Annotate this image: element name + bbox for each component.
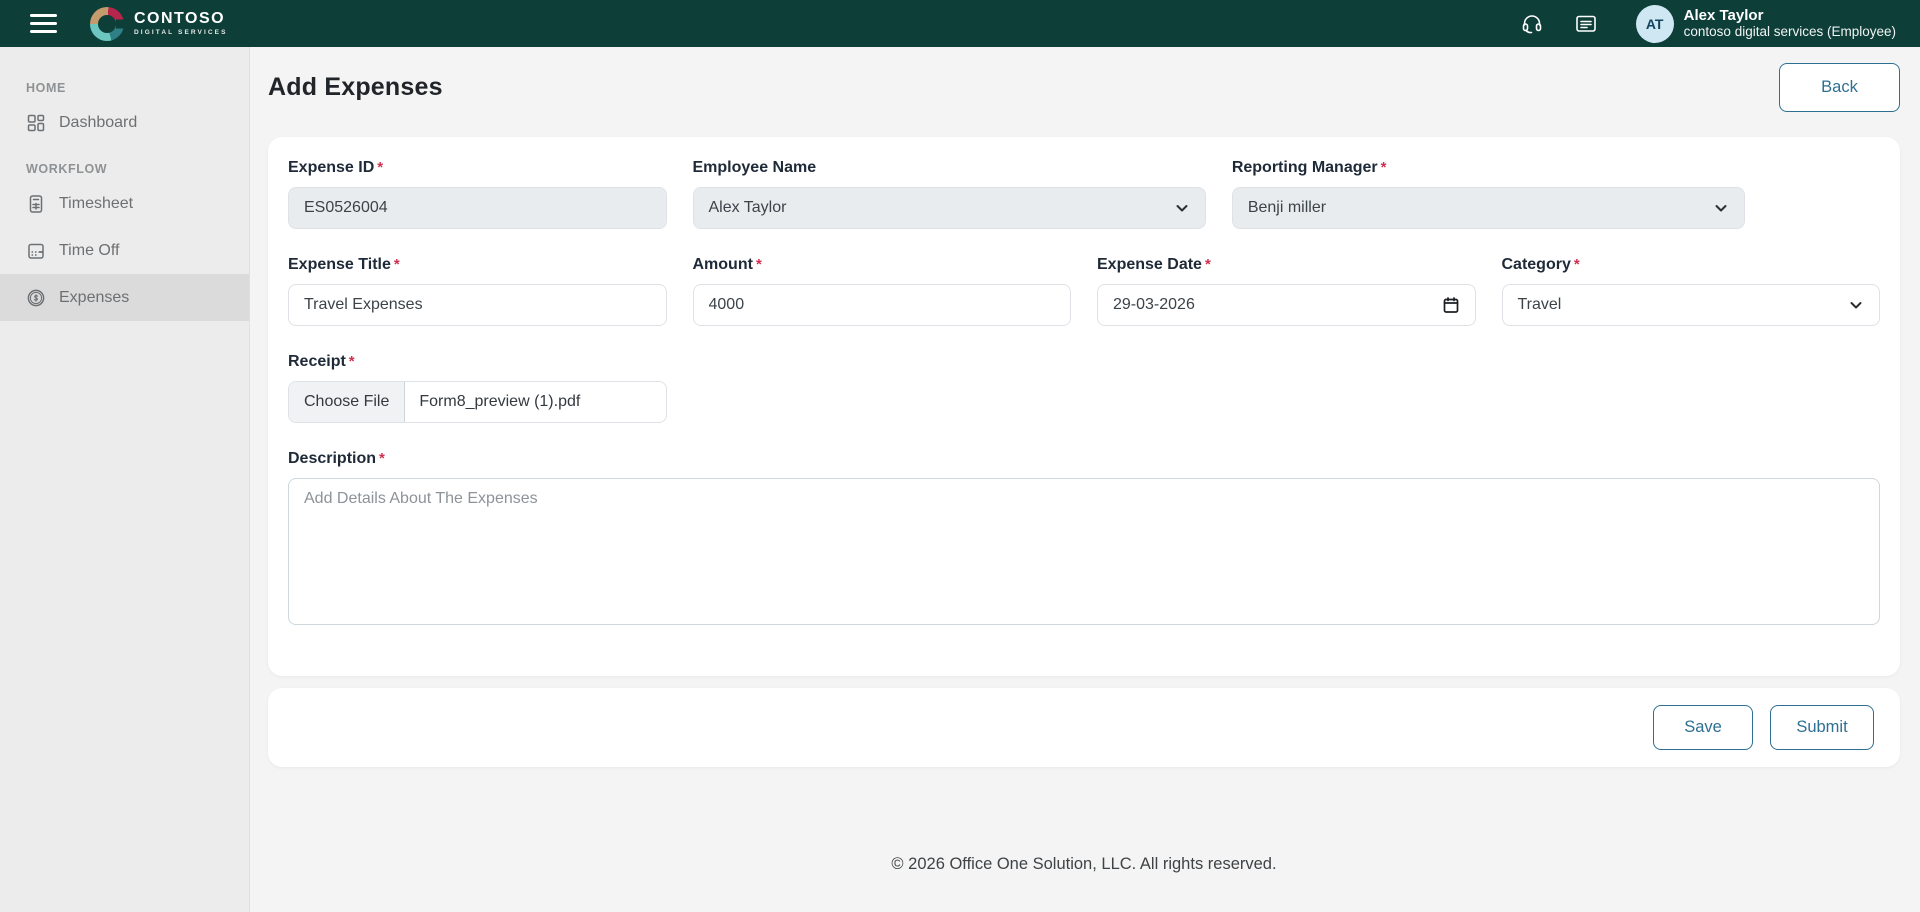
brand-name: CONTOSO [134,11,228,27]
required-asterisk: * [1205,256,1211,273]
save-button[interactable]: Save [1653,705,1753,750]
user-profile-menu[interactable]: AT Alex Taylor contoso digital services … [1636,5,1896,43]
required-asterisk: * [1574,256,1580,273]
sidebar-section-home: HOME [0,81,249,99]
reporting-manager-value: Benji miller [1248,199,1326,217]
category-field-group: Category* Travel [1502,256,1881,326]
page-title: Add Expenses [268,73,443,102]
sidebar-item-expenses[interactable]: Expenses [0,274,249,321]
sidebar-item-timesheet[interactable]: Timesheet [0,180,249,227]
brand-tagline: DIGITAL SERVICES [134,30,228,37]
required-asterisk: * [394,256,400,273]
top-bar: CONTOSO DIGITAL SERVICES [0,0,1920,47]
chevron-down-icon [1848,297,1864,313]
expense-id-field-group: Expense ID* [288,159,667,229]
amount-label: Amount* [693,256,1072,274]
expense-date-field-group: Expense Date* 29-03-2026 [1097,256,1476,326]
add-expense-form: Expense ID* Employee Name Alex Taylor Re… [268,137,1900,676]
reporting-manager-select[interactable]: Benji miller [1232,187,1745,229]
sidebar-nav: HOME Dashboard WORKFLOW [0,47,250,912]
employee-name-label: Employee Name [693,159,1206,177]
choose-file-button[interactable]: Choose File [289,382,405,422]
required-asterisk: * [379,450,385,467]
announcements-button[interactable] [1572,10,1600,38]
receipt-file-name: Form8_preview (1).pdf [405,382,594,422]
expense-id-input[interactable] [288,187,667,229]
sidebar-item-label: Time Off [59,242,119,260]
sidebar-item-label: Dashboard [59,114,137,132]
required-asterisk: * [349,353,355,370]
category-value: Travel [1518,296,1562,314]
employee-name-select[interactable]: Alex Taylor [693,187,1206,229]
category-select[interactable]: Travel [1502,284,1881,326]
expense-title-input[interactable] [288,284,667,326]
receipt-file-input[interactable]: Choose File Form8_preview (1).pdf [288,381,667,423]
required-asterisk: * [1381,159,1387,176]
calendar-icon [26,241,46,261]
user-role: contoso digital services (Employee) [1684,24,1896,40]
receipt-field-group: Receipt* Choose File Form8_preview (1).p… [288,353,667,423]
description-textarea[interactable] [288,478,1880,625]
avatar: AT [1636,5,1674,43]
menu-toggle-button[interactable] [30,8,62,40]
expense-date-input[interactable]: 29-03-2026 [1097,284,1476,326]
sidebar-item-time-off[interactable]: Time Off [0,227,249,274]
coin-dollar-icon [26,288,46,308]
amount-field-group: Amount* [693,256,1072,326]
calendar-picker-icon[interactable] [1442,296,1460,314]
expense-id-label: Expense ID* [288,159,667,177]
brand-logo: CONTOSO DIGITAL SERVICES [90,7,228,41]
headset-icon [1520,12,1544,36]
employee-name-field-group: Employee Name Alex Taylor [693,159,1206,229]
sidebar-item-label: Expenses [59,289,129,307]
main-content: Add Expenses Back Expense ID* Employee N… [250,47,1920,912]
sidebar-section-workflow: WORKFLOW [0,162,249,180]
support-headset-button[interactable] [1518,10,1546,38]
user-name: Alex Taylor [1684,7,1896,24]
required-asterisk: * [377,159,383,176]
timesheet-icon [26,194,46,214]
dashboard-grid-icon [26,113,46,133]
submit-button[interactable]: Submit [1770,705,1874,750]
expense-date-value: 29-03-2026 [1113,296,1195,314]
expense-date-label: Expense Date* [1097,256,1476,274]
back-button[interactable]: Back [1779,63,1900,112]
reporting-manager-label: Reporting Manager* [1232,159,1745,177]
contoso-logo-icon [90,7,124,41]
copyright-footer: © 2026 Office One Solution, LLC. All rig… [268,855,1900,874]
sidebar-item-label: Timesheet [59,195,133,213]
sidebar-item-dashboard[interactable]: Dashboard [0,99,249,146]
employee-name-value: Alex Taylor [709,199,787,217]
chevron-down-icon [1174,200,1190,216]
amount-input[interactable] [693,284,1072,326]
form-actions: Save Submit [268,688,1900,767]
category-label: Category* [1502,256,1881,274]
receipt-label: Receipt* [288,353,667,371]
description-label: Description* [288,450,1880,468]
reporting-manager-field-group: Reporting Manager* Benji miller [1232,159,1745,229]
expense-title-field-group: Expense Title* [288,256,667,326]
chevron-down-icon [1713,200,1729,216]
expense-title-label: Expense Title* [288,256,667,274]
news-memo-icon [1574,12,1598,36]
description-field-group: Description* [288,450,1880,630]
required-asterisk: * [756,256,762,273]
